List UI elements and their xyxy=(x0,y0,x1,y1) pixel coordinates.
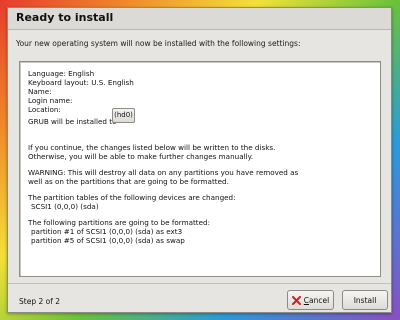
install-button[interactable]: Install xyxy=(342,290,388,310)
format-heading: The following partitions are going to be… xyxy=(28,218,211,227)
cancel-icon xyxy=(291,295,301,305)
installer-window: Ready to install Your new operating syst… xyxy=(7,7,392,313)
continue-line-2: Otherwise, you will be able to make furt… xyxy=(28,152,254,161)
cancel-label: Cancel xyxy=(303,295,330,305)
location-line: Location: xyxy=(28,105,61,114)
cancel-button[interactable]: Cancel xyxy=(287,290,334,310)
warning-line-1: WARNING: This will destroy all data on a… xyxy=(28,168,299,177)
window-title: Ready to install xyxy=(16,11,114,24)
format-line-2: partition #5 of SCSI1 (0,0,0) (sda) as s… xyxy=(31,236,185,245)
tables-heading: The partition tables of the following de… xyxy=(28,193,236,202)
grub-target-button[interactable]: (hd0) xyxy=(112,108,135,123)
warning-line-2: well as on the partitions that are going… xyxy=(28,177,229,186)
keyboard-line: Keyboard layout: U.S. English xyxy=(28,78,134,87)
name-line: Name: xyxy=(28,87,52,96)
title-bar: Ready to install xyxy=(8,8,391,30)
step-indicator: Step 2 of 2 xyxy=(19,297,61,306)
intro-text: Your new operating system will now be in… xyxy=(16,39,301,48)
language-line: Language: English xyxy=(28,69,95,78)
grub-line: GRUB will be installed to xyxy=(28,117,117,126)
settings-summary[interactable]: Language: English Keyboard layout: U.S. … xyxy=(19,61,381,277)
tables-device: SCSI1 (0,0,0) (sda) xyxy=(31,202,99,211)
login-line: Login name: xyxy=(28,96,73,105)
footer-divider xyxy=(8,283,391,284)
format-line-1: partition #1 of SCSI1 (0,0,0) (sda) as e… xyxy=(31,227,183,236)
continue-line-1: If you continue, the changes listed belo… xyxy=(28,143,276,152)
